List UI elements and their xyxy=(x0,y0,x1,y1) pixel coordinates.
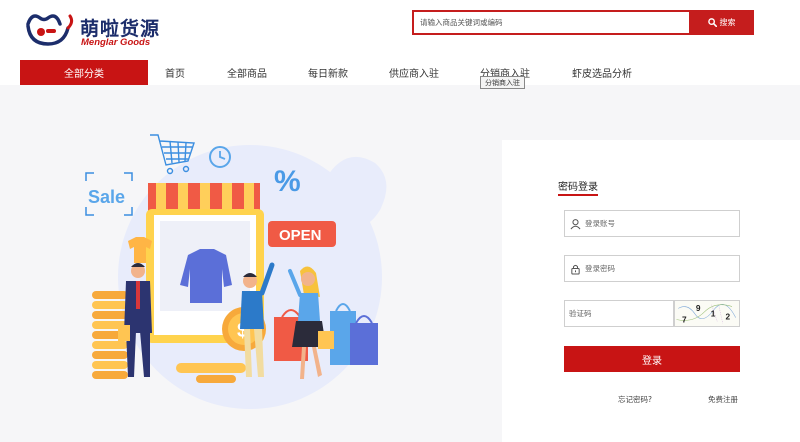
login-title-underline xyxy=(558,194,598,196)
nav-item-supplier-join[interactable]: 供应商入驻 xyxy=(389,60,439,85)
captcha-char: 2 xyxy=(726,312,731,322)
user-icon xyxy=(565,211,585,236)
nav-item-daily-new[interactable]: 每日新款 xyxy=(308,60,348,85)
login-button[interactable]: 登录 xyxy=(564,346,740,372)
register-link[interactable]: 免费注册 xyxy=(708,394,738,405)
header: 萌啦货源 Menglar Goods 搜索 xyxy=(0,0,800,60)
login-title: 密码登录 xyxy=(558,182,598,193)
password-input[interactable] xyxy=(585,264,735,273)
lock-icon xyxy=(565,256,585,281)
sale-sign: Sale xyxy=(85,172,133,216)
search-button[interactable]: 搜索 xyxy=(689,10,754,35)
captcha-image[interactable]: 9 1 2 7 xyxy=(674,300,740,327)
nav-item-all-products[interactable]: 全部商品 xyxy=(227,60,267,85)
main-nav: 全部分类 首页 全部商品 每日新款 供应商入驻 分销商入驻 虾皮选品分析 xyxy=(0,60,800,85)
search-bar: 搜索 xyxy=(412,10,754,35)
main-area: Sale % OPEN $ 密码登录 登录账号 验证码 9 1 2 7 登录 忘… xyxy=(0,85,800,442)
nav-tooltip: 分销商入驻 xyxy=(480,76,525,89)
open-sign: OPEN xyxy=(268,221,336,247)
nav-item-home[interactable]: 首页 xyxy=(165,60,185,85)
forgot-password-link[interactable]: 忘记密码? xyxy=(618,394,652,405)
account-input[interactable] xyxy=(585,219,735,228)
captcha-char: 9 xyxy=(696,303,701,313)
brand-logo[interactable]: 萌啦货源 Menglar Goods xyxy=(24,8,164,52)
captcha-char: 1 xyxy=(711,309,716,319)
cart-icon xyxy=(150,134,195,175)
account-field[interactable] xyxy=(564,210,740,237)
sale-text: Sale xyxy=(88,187,125,207)
search-button-label: 搜索 xyxy=(719,18,736,27)
percent-text: % xyxy=(274,165,301,198)
shop-awning xyxy=(148,183,260,211)
logo-mark-icon xyxy=(26,14,74,46)
captcha-input[interactable] xyxy=(569,309,669,318)
shopping-illustration: Sale % OPEN $ xyxy=(85,134,387,409)
nav-all-categories[interactable]: 全部分类 xyxy=(20,60,148,85)
search-input[interactable] xyxy=(412,10,689,35)
password-field[interactable] xyxy=(564,255,740,282)
brand-name-en: Menglar Goods xyxy=(81,37,151,48)
search-icon xyxy=(707,18,717,27)
login-panel: 密码登录 登录账号 验证码 9 1 2 7 登录 忘记密码? 免费注册 xyxy=(502,140,800,442)
captcha-char: 7 xyxy=(682,314,687,324)
captcha-field[interactable] xyxy=(564,300,674,327)
bg-blob xyxy=(322,156,387,228)
open-text: OPEN xyxy=(279,227,322,244)
nav-item-shopee-analysis[interactable]: 虾皮选品分析 xyxy=(572,60,632,85)
